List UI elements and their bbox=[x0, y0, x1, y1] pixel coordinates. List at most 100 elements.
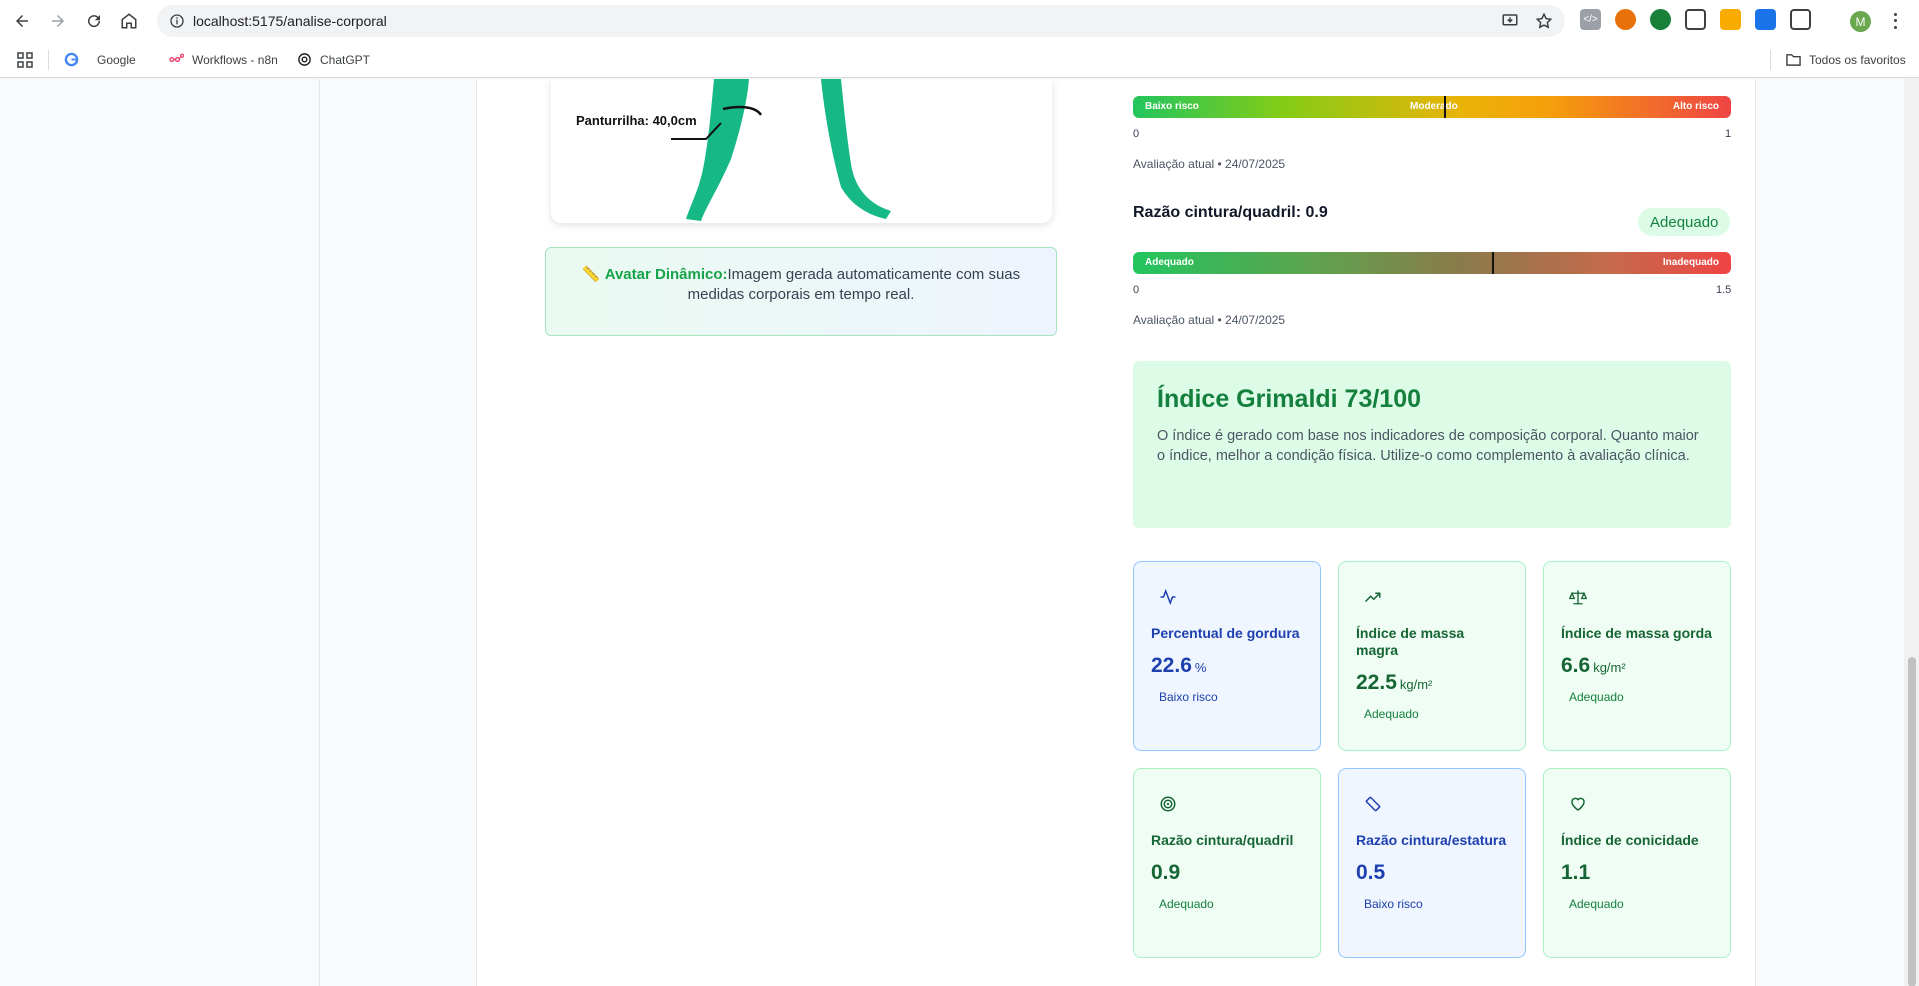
scale-max-tick: 1 bbox=[1725, 128, 1732, 140]
grimaldi-index-card: Índice Grimaldi 73/100 O índice é gerado… bbox=[1133, 361, 1731, 528]
body-avatar-image bbox=[671, 79, 891, 221]
metric-title: Razão cintura/quadril bbox=[1151, 832, 1294, 848]
bookmark-label: Workflows - n8n bbox=[192, 52, 278, 67]
grimaldi-title: Índice Grimaldi 73/100 bbox=[1157, 385, 1422, 413]
notes-extension-icon[interactable] bbox=[1720, 9, 1741, 30]
metric-status: Baixo risco bbox=[1159, 690, 1218, 704]
avatar-note-title: Avatar Dinâmico: bbox=[604, 266, 728, 283]
globe-extension-icon[interactable] bbox=[1650, 9, 1671, 30]
cookie-extension-icon[interactable] bbox=[1615, 9, 1636, 30]
activity-icon bbox=[1160, 588, 1176, 606]
forward-button[interactable] bbox=[40, 3, 76, 39]
avatar-image-card: Panturrilha: 40,0cm bbox=[551, 79, 1052, 223]
avatar-note-text: Imagem gerada automaticamente com suas bbox=[727, 266, 1021, 283]
bookmark-label: Google bbox=[97, 52, 136, 67]
puzzle-extensions-icon[interactable] bbox=[1790, 9, 1811, 30]
install-app-icon[interactable] bbox=[1501, 12, 1519, 30]
metric-status: Adequado bbox=[1364, 707, 1419, 721]
grimaldi-description: O índice é gerado com base nos indicador… bbox=[1157, 428, 1699, 464]
home-button[interactable] bbox=[111, 3, 147, 39]
scale-min-tick: 0 bbox=[1133, 284, 1140, 296]
metric-title: Razão cintura/estatura bbox=[1356, 832, 1507, 848]
browser-menu-icon[interactable] bbox=[1886, 11, 1904, 31]
scale-max-tick: 1.5 bbox=[1716, 284, 1732, 296]
reload-icon bbox=[88, 15, 101, 28]
dynamic-avatar-note: 📏 Avatar Dinâmico:Imagem gerada automati… bbox=[545, 247, 1057, 336]
waist-hip-status-badge: Adequado bbox=[1638, 208, 1731, 236]
metric-value: 0.5 bbox=[1356, 861, 1386, 884]
extensions-area: </> bbox=[1580, 9, 1811, 30]
ruler-icon bbox=[1365, 796, 1381, 812]
left-rail bbox=[0, 79, 320, 986]
assessment-date: Avaliação atual • 24/07/2025 bbox=[1133, 157, 1286, 171]
bookmarks-bar: Google Workflows - n8n ChatGPT Todos os … bbox=[0, 42, 1919, 78]
info-icon bbox=[170, 14, 184, 28]
avatar-note-text-2: medidas corporais em tempo real. bbox=[687, 286, 915, 303]
url-text: localhost:5175/analise-corporal bbox=[193, 13, 387, 29]
metric-value: 6.6 kg/m² bbox=[1561, 654, 1626, 677]
page-viewport: Panturrilha: 40,0cm 📏 Avatar Dinâmico:Im… bbox=[0, 79, 1919, 986]
bookmarks-divider bbox=[1770, 50, 1771, 70]
n8n-icon bbox=[169, 53, 184, 63]
metric-status: Adequado bbox=[1569, 690, 1624, 704]
scale-high-label: Alto risco bbox=[1672, 101, 1719, 112]
waist-hip-title: Razão cintura/quadril: 0.9 bbox=[1133, 204, 1328, 221]
bookmarks-divider bbox=[48, 50, 49, 70]
google-icon bbox=[64, 52, 79, 67]
metric-status: Baixo risco bbox=[1364, 897, 1423, 911]
browser-toolbar: localhost:5175/analise-corporal </> M bbox=[0, 0, 1919, 42]
target-icon bbox=[1160, 796, 1176, 812]
bookmark-google[interactable]: Google bbox=[64, 52, 136, 67]
scale-icon bbox=[1568, 590, 1588, 605]
home-icon bbox=[121, 13, 137, 29]
star-icon[interactable] bbox=[1535, 12, 1553, 30]
scale-marker bbox=[1491, 252, 1494, 274]
metric-card-body-fat: Percentual de gordura 22.6% Baixo risco bbox=[1133, 561, 1321, 751]
scale-marker bbox=[1443, 96, 1446, 118]
metric-value: 22.5 kg/m² bbox=[1356, 671, 1433, 694]
back-button[interactable] bbox=[4, 3, 40, 39]
metric-value: 0.9 bbox=[1151, 861, 1181, 884]
scale-low-label: Baixo risco bbox=[1145, 101, 1199, 112]
trending-up-icon bbox=[1364, 592, 1381, 603]
metric-card-fat-mass-index: Índice de massa gorda 6.6 kg/m² Adequado bbox=[1543, 561, 1731, 751]
waist-hip-scale-bar: Adequado Inadequado bbox=[1133, 252, 1731, 274]
scrollbar-thumb[interactable] bbox=[1908, 657, 1916, 986]
scale-mid-label: Moderado bbox=[1410, 101, 1458, 112]
folder-icon bbox=[1786, 54, 1801, 66]
chatgpt-icon bbox=[298, 53, 311, 66]
reload-button[interactable] bbox=[76, 3, 112, 39]
assessment-date: Avaliação atual • 24/07/2025 bbox=[1133, 313, 1286, 327]
all-bookmarks-button[interactable]: Todos os favoritos bbox=[1786, 52, 1906, 67]
arrow-left-icon bbox=[16, 15, 28, 27]
bookmark-workflows-n8n[interactable]: Workflows - n8n bbox=[169, 52, 278, 67]
metric-title: Índice de massa magra bbox=[1356, 625, 1465, 658]
metric-title: Índice de massa gorda bbox=[1561, 625, 1712, 641]
bot-extension-icon[interactable] bbox=[1685, 9, 1706, 30]
risk-scale-bar: Baixo risco Moderado Alto risco bbox=[1133, 96, 1731, 118]
heart-icon bbox=[1571, 797, 1585, 811]
metric-card-lean-mass-index: Índice de massa magra 22.5 kg/m² Adequado bbox=[1338, 561, 1526, 751]
bookmark-label: ChatGPT bbox=[320, 52, 371, 67]
metric-card-waist-height-ratio: Razão cintura/estatura 0.5 Baixo risco bbox=[1338, 768, 1526, 958]
bookmark-chatgpt[interactable]: ChatGPT bbox=[297, 52, 370, 67]
profile-avatar[interactable]: M bbox=[1850, 11, 1871, 32]
metric-value: 22.6% bbox=[1151, 654, 1207, 677]
metric-status: Adequado bbox=[1159, 897, 1214, 911]
image-extension-icon[interactable] bbox=[1755, 9, 1776, 30]
scale-inadequate-label: Inadequado bbox=[1662, 257, 1719, 268]
metric-card-conicity-index: Índice de conicidade 1.1 Adequado bbox=[1543, 768, 1731, 958]
scale-adequate-label: Adequado bbox=[1145, 257, 1194, 268]
metric-title: Índice de conicidade bbox=[1561, 832, 1699, 848]
metric-value: 1.1 bbox=[1561, 861, 1591, 884]
metric-status: Adequado bbox=[1569, 897, 1624, 911]
page-scrollbar[interactable] bbox=[1904, 79, 1919, 986]
metric-title: Percentual de gordura bbox=[1151, 625, 1300, 641]
ruler-icon: 📏 bbox=[581, 266, 601, 283]
metric-card-waist-hip-ratio: Razão cintura/quadril 0.9 Adequado bbox=[1133, 768, 1321, 958]
arrow-right-icon bbox=[52, 15, 64, 27]
devtools-extension-icon[interactable]: </> bbox=[1580, 9, 1601, 30]
calf-measure-label: Panturrilha: 40,0cm bbox=[576, 113, 697, 128]
address-bar[interactable]: localhost:5175/analise-corporal bbox=[157, 5, 1565, 37]
apps-grid-icon[interactable] bbox=[17, 52, 33, 68]
